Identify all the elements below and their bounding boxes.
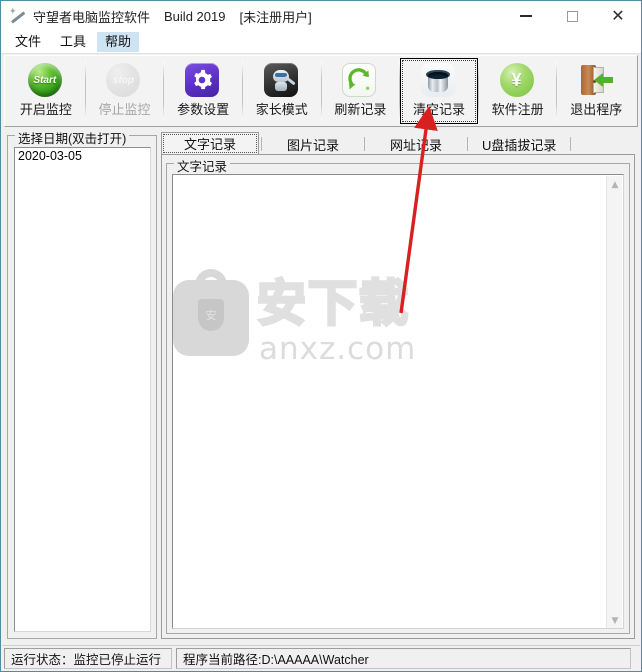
application-window: ✦ 守望者电脑监控软件 Build 2019 [未注册用户] ✕ 文件 工具 帮… bbox=[0, 0, 642, 672]
toolbar-label-stop-monitor: 停止监控 bbox=[98, 102, 151, 117]
menu-bar: 文件 工具 帮助 bbox=[1, 31, 641, 53]
date-listbox[interactable]: 2020-03-05 bbox=[14, 147, 151, 632]
tab-divider bbox=[364, 137, 365, 151]
status-bar: 运行状态：监控已停止运行 程序当前路径:D:\AAAAA\Watcher bbox=[2, 645, 640, 670]
sparkle-icon: ✦ bbox=[9, 6, 17, 16]
title-bar: ✦ 守望者电脑监控软件 Build 2019 [未注册用户] ✕ bbox=[1, 1, 641, 31]
toolbar-button-exit[interactable]: 退出程序 bbox=[557, 58, 636, 124]
menu-item-tools[interactable]: 工具 bbox=[52, 32, 94, 52]
scroll-down-icon[interactable]: ▼ bbox=[607, 612, 623, 628]
toolbar-label-start-monitor: 开启监控 bbox=[19, 102, 72, 117]
tab-divider bbox=[261, 137, 262, 151]
toolbar-label-refresh-records: 刷新记录 bbox=[334, 102, 387, 117]
robot-icon bbox=[263, 63, 300, 99]
window-build: Build 2019 bbox=[164, 8, 226, 24]
yen-icon: ¥ bbox=[499, 63, 536, 99]
window-controls: ✕ bbox=[503, 1, 641, 31]
tab-divider bbox=[570, 137, 572, 151]
toolbar-label-exit: 退出程序 bbox=[570, 102, 623, 117]
tab-divider bbox=[467, 137, 468, 151]
menu-item-help[interactable]: 帮助 bbox=[97, 32, 140, 52]
tab-url-records[interactable]: 网址记录 bbox=[367, 133, 465, 155]
date-selector-group: 选择日期(双击打开) 2020-03-05 bbox=[7, 128, 157, 639]
toolbar-label-settings: 参数设置 bbox=[177, 102, 230, 117]
minimize-button[interactable] bbox=[503, 1, 549, 31]
toolbar-label-parent-mode: 家长模式 bbox=[255, 102, 308, 117]
date-selector-title: 选择日期(双击打开) bbox=[15, 128, 130, 147]
maximize-button[interactable] bbox=[549, 1, 595, 31]
text-records-group: 文字记录 ▲ ▼ bbox=[166, 156, 630, 634]
tab-image-records[interactable]: 图片记录 bbox=[264, 133, 362, 155]
toolbar-button-parent-mode[interactable]: 家长模式 bbox=[242, 58, 321, 124]
tab-usb-records[interactable]: U盘插拔记录 bbox=[470, 133, 569, 155]
toolbar-button-clear-records[interactable]: 清空记录 bbox=[400, 58, 478, 124]
window-title: 守望者电脑监控软件 bbox=[33, 9, 151, 25]
menu-item-file[interactable]: 文件 bbox=[7, 32, 49, 52]
vertical-scrollbar[interactable]: ▲ ▼ bbox=[606, 176, 623, 628]
toolbar-button-register[interactable]: ¥ 软件注册 bbox=[478, 58, 557, 124]
text-records-output[interactable]: ▲ ▼ bbox=[172, 174, 624, 629]
list-item[interactable]: 2020-03-05 bbox=[15, 148, 150, 165]
trash-icon bbox=[420, 63, 457, 99]
tab-strip: 文字记录 图片记录 网址记录 U盘插拔记录 bbox=[161, 132, 635, 155]
text-records-group-title: 文字记录 bbox=[174, 156, 231, 175]
close-button[interactable]: ✕ bbox=[595, 1, 641, 31]
exit-door-icon bbox=[578, 63, 614, 99]
scroll-up-icon[interactable]: ▲ bbox=[607, 176, 623, 193]
registration-status: [未注册用户] bbox=[239, 9, 312, 25]
tab-text-records[interactable]: 文字记录 bbox=[161, 132, 259, 155]
toolbar-label-register: 软件注册 bbox=[491, 102, 544, 117]
start-icon: Start bbox=[27, 63, 64, 99]
toolbar-button-settings[interactable]: 参数设置 bbox=[164, 58, 242, 124]
main-body: 选择日期(双击打开) 2020-03-05 文字记录 图片记录 网址记录 U盘插… bbox=[4, 128, 638, 643]
toolbar-button-start-monitor[interactable]: Start 开启监控 bbox=[7, 58, 85, 124]
menu-separator bbox=[1, 53, 641, 54]
tab-page-text-records: 文字记录 ▲ ▼ bbox=[161, 154, 635, 639]
app-wand-icon: ✦ bbox=[7, 5, 29, 27]
stop-icon: stop bbox=[106, 63, 142, 99]
toolbar: Start 开启监控 stop 停止监控 参数设置 家长模式 刷新记录 清空记录… bbox=[4, 55, 638, 127]
gear-icon bbox=[185, 63, 221, 99]
toolbar-label-clear-records: 清空记录 bbox=[412, 102, 465, 117]
status-run-state: 运行状态：监控已停止运行 bbox=[4, 647, 172, 669]
toolbar-button-refresh-records[interactable]: 刷新记录 bbox=[321, 58, 400, 124]
toolbar-button-stop-monitor[interactable]: stop 停止监控 bbox=[85, 58, 164, 124]
refresh-icon bbox=[342, 63, 378, 99]
status-current-path: 程序当前路径:D:\AAAAA\Watcher bbox=[176, 647, 631, 669]
